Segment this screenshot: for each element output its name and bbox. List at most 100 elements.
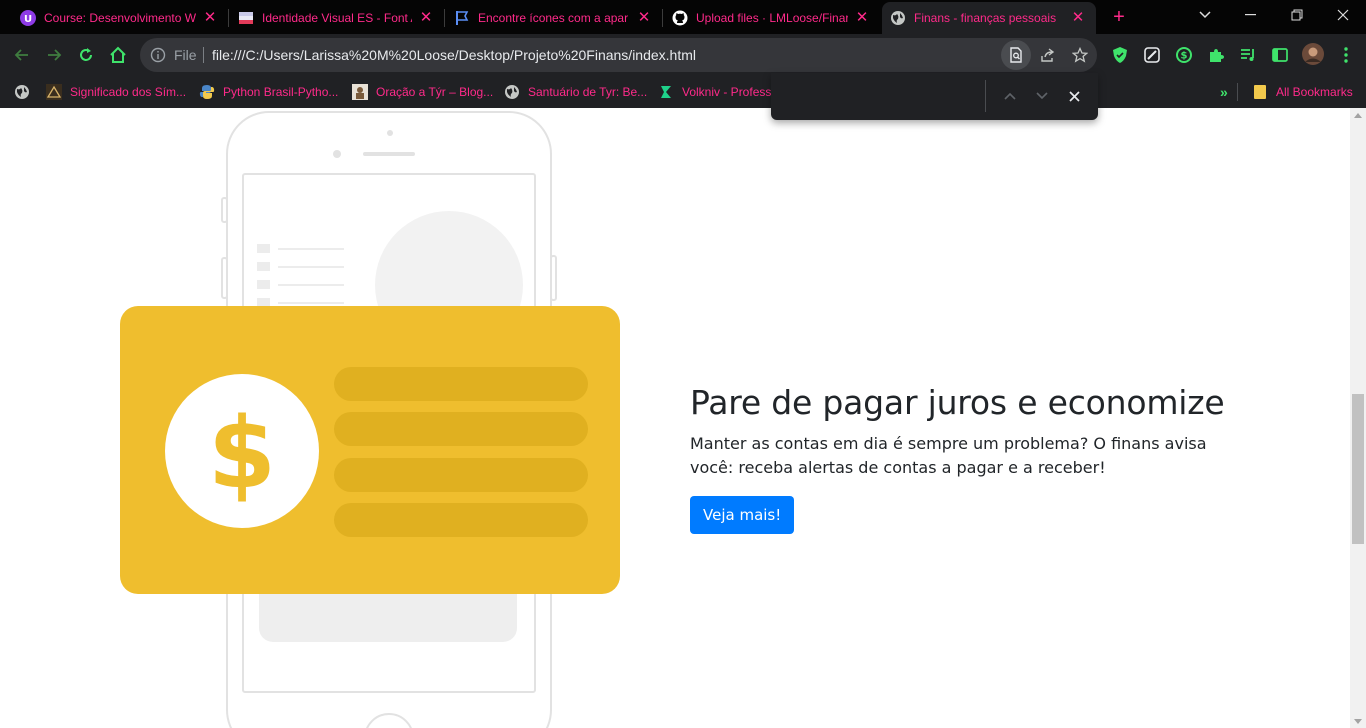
dollar-icon: $ — [208, 397, 276, 511]
phone-card-illustration: $ — [120, 111, 620, 728]
tab-finans-active[interactable]: Finans - finanças pessoais ✕ — [882, 2, 1096, 34]
find-next-button[interactable] — [1029, 83, 1055, 109]
triangle-icon — [46, 84, 62, 100]
tab-search-button[interactable] — [1182, 0, 1228, 30]
scrollbar-thumb[interactable] — [1352, 394, 1364, 544]
globe-icon — [14, 84, 30, 100]
bookmark-label: Santuário de Tyr: Be... — [528, 85, 648, 99]
divider — [1237, 83, 1238, 101]
shield-extension-icon[interactable] — [1110, 45, 1130, 65]
tab-title: Identidade Visual ES - Font A — [262, 11, 412, 25]
info-icon — [150, 47, 166, 63]
close-icon[interactable]: ✕ — [854, 10, 870, 26]
dollar-extension-icon[interactable]: $ — [1174, 45, 1194, 65]
bookmark-apps[interactable] — [14, 82, 38, 102]
scroll-up-arrow-icon[interactable] — [1350, 108, 1366, 122]
address-bar[interactable]: File file:///C:/Users/Larissa%20M%20Loos… — [140, 38, 1097, 72]
tab-github-upload[interactable]: Upload files · LMLoose/Finar ✕ — [664, 2, 880, 34]
reload-button[interactable] — [71, 40, 101, 70]
restore-button[interactable] — [1274, 0, 1320, 30]
github-icon — [672, 10, 688, 26]
find-previous-button[interactable] — [997, 83, 1023, 109]
bookmark-label: Oração a Týr – Blog... — [376, 85, 494, 99]
find-close-button[interactable] — [1061, 83, 1087, 109]
python-icon — [199, 84, 215, 100]
minimize-button[interactable] — [1228, 0, 1274, 30]
scroll-down-arrow-icon[interactable] — [1350, 714, 1366, 728]
chevron-down-icon — [1036, 92, 1048, 100]
bookmark-significado[interactable]: Significado dos Sím... — [46, 82, 186, 102]
bookmark-label: Python Brasil-Pytho... — [223, 85, 339, 99]
chevron-up-icon — [1004, 92, 1016, 100]
all-bookmarks-button[interactable]: All Bookmarks — [1252, 82, 1353, 102]
bookmark-volkniv[interactable]: Volkniv - Profess — [658, 82, 771, 102]
phone-sensor — [387, 130, 393, 136]
star-icon — [1072, 47, 1088, 63]
screen-list — [257, 244, 344, 307]
veja-mais-button[interactable]: Veja mais! — [690, 496, 795, 534]
bookmark-oracao[interactable]: Oração a Týr – Blog... — [352, 82, 493, 102]
bookmark-python-brasil[interactable]: Python Brasil-Pytho... — [199, 82, 338, 102]
tab-encontre-icones[interactable]: Encontre ícones com a apar ✕ — [446, 2, 662, 34]
divider — [985, 80, 986, 112]
url-scheme-label: File — [174, 47, 197, 63]
back-button[interactable] — [7, 40, 37, 70]
flag-es-icon — [238, 10, 254, 26]
share-icon — [1041, 48, 1055, 62]
hero-description: Manter as contas em dia é sempre um prob… — [690, 434, 1207, 477]
close-window-button[interactable] — [1320, 0, 1366, 30]
url-text[interactable]: file:///C:/Users/Larissa%20M%20Loose/Des… — [212, 47, 696, 63]
arrow-left-icon — [14, 49, 28, 61]
puzzle-extensions-icon[interactable] — [1206, 45, 1226, 65]
tab-separator — [662, 9, 663, 27]
tab-separator — [444, 9, 445, 27]
chevron-down-icon — [1199, 11, 1211, 19]
browser-toolbar: File file:///C:/Users/Larissa%20M%20Loos… — [0, 34, 1366, 76]
tab-title: Encontre ícones com a apar — [478, 11, 629, 25]
tab-title: Upload files · LMLoose/Finar — [696, 11, 848, 25]
close-icon[interactable]: ✕ — [418, 10, 434, 26]
tab-course[interactable]: U Course: Desenvolvimento W ✕ — [12, 2, 228, 34]
bookmark-santuario[interactable]: Santuário de Tyr: Be... — [504, 82, 647, 102]
media-control-icon[interactable] — [1238, 45, 1258, 65]
close-icon — [1068, 90, 1080, 102]
avatar[interactable] — [1301, 42, 1325, 66]
slash-extension-icon[interactable] — [1142, 45, 1162, 65]
flag-outline-icon — [454, 10, 470, 26]
tab-title: Finans - finanças pessoais — [914, 11, 1057, 25]
bookmarks-bar: Significado dos Sím... Python Brasil-Pyt… — [0, 76, 1366, 108]
globe-icon — [504, 84, 520, 100]
share-button[interactable] — [1033, 40, 1063, 70]
bookmarks-overflow-button[interactable]: » — [1220, 82, 1228, 102]
home-button[interactable] — [103, 40, 133, 70]
find-page-icon — [1010, 47, 1022, 63]
menu-kebab-icon[interactable] — [1336, 45, 1356, 65]
side-panel-icon[interactable] — [1270, 45, 1290, 65]
page-title: Pare de pagar juros e economize — [690, 383, 1225, 422]
restore-icon — [1291, 9, 1303, 21]
minimize-icon — [1245, 14, 1256, 16]
divider — [203, 47, 204, 63]
phone-speaker — [363, 152, 415, 156]
close-icon[interactable]: ✕ — [636, 10, 652, 26]
close-icon[interactable]: ✕ — [202, 10, 218, 26]
find-bar — [771, 73, 1098, 120]
find-input[interactable] — [779, 83, 979, 109]
globe-icon — [890, 10, 906, 26]
home-icon — [110, 46, 126, 63]
arrow-right-icon — [48, 49, 62, 61]
svg-text:U: U — [24, 14, 32, 25]
new-tab-button[interactable]: + — [1108, 6, 1130, 28]
close-icon — [1337, 9, 1349, 21]
close-icon[interactable]: ✕ — [1070, 10, 1086, 26]
tab-title: Course: Desenvolvimento W — [44, 11, 196, 25]
find-in-page-button[interactable] — [1001, 40, 1031, 70]
page-viewport: $ Pare de pagar juros e economize Manter… — [0, 108, 1350, 728]
tab-identidade-visual[interactable]: Identidade Visual ES - Font A ✕ — [230, 2, 444, 34]
page-scrollbar[interactable] — [1350, 108, 1366, 728]
bookmark-star-button[interactable] — [1065, 40, 1095, 70]
folder-icon — [1252, 84, 1268, 100]
tab-separator — [228, 9, 229, 27]
phone-camera — [333, 150, 341, 158]
forward-button[interactable] — [39, 40, 69, 70]
